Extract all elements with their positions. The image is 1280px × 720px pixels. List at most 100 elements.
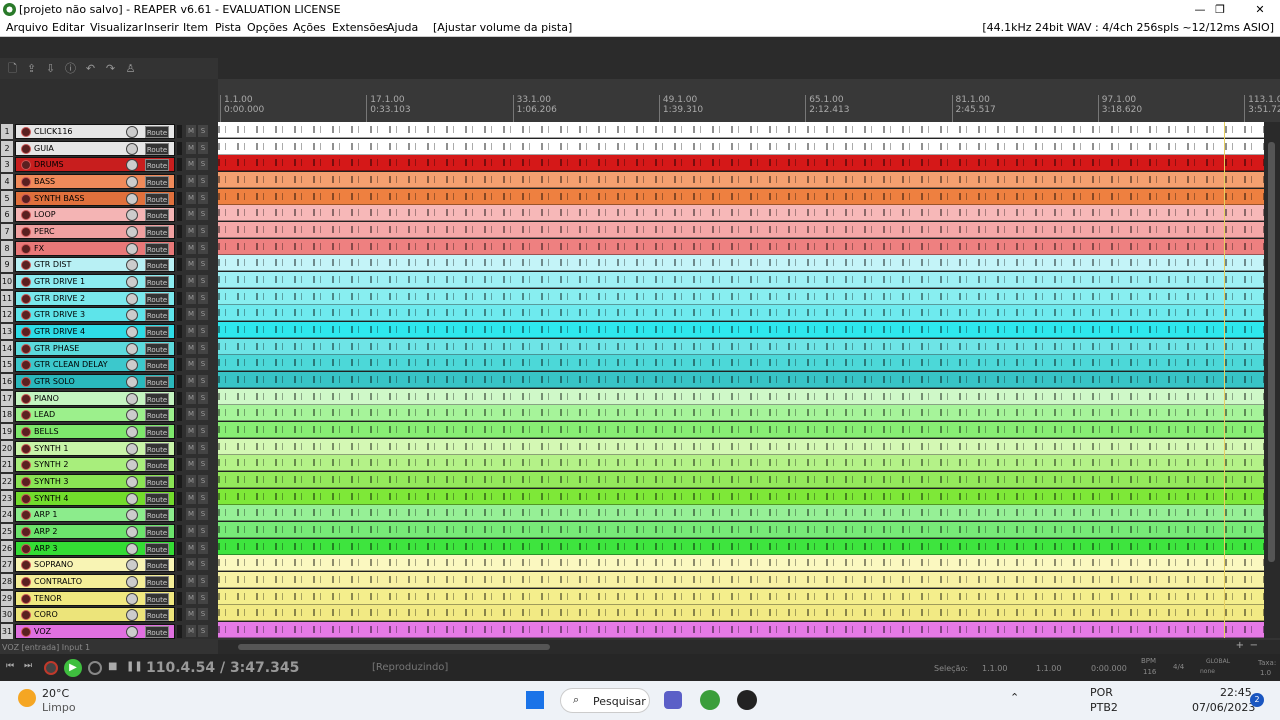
track-lane[interactable] xyxy=(218,388,1264,405)
solo-button[interactable]: S xyxy=(198,541,208,554)
track-number[interactable]: 3 xyxy=(1,157,13,173)
mute-button[interactable]: M xyxy=(186,158,196,171)
record-arm-button[interactable] xyxy=(21,343,31,354)
track-panel[interactable]: GTR DRIVE 3 Route xyxy=(15,307,175,323)
track-number[interactable]: 18 xyxy=(1,407,13,423)
record-arm-button[interactable] xyxy=(21,260,31,271)
media-item-waveform[interactable] xyxy=(218,392,1264,400)
track-lane[interactable] xyxy=(218,322,1264,339)
track-header[interactable]: 10 GTR DRIVE 1 Route M S xyxy=(0,273,218,290)
track-name[interactable]: SOPRANO xyxy=(34,559,73,571)
track-panel[interactable]: FX Route xyxy=(15,240,175,256)
volume-knob[interactable] xyxy=(126,242,138,255)
volume-knob[interactable] xyxy=(126,159,138,172)
solo-button[interactable]: S xyxy=(198,625,208,638)
record-arm-button[interactable] xyxy=(21,527,31,538)
record-arm-button[interactable] xyxy=(21,460,31,471)
metronome-icon[interactable]: ♙ xyxy=(124,62,137,75)
mute-button[interactable]: M xyxy=(186,391,196,404)
route-button[interactable]: Route xyxy=(145,609,169,622)
media-item-waveform[interactable] xyxy=(218,276,1264,284)
track-name[interactable]: PIANO xyxy=(34,393,59,405)
media-item-waveform[interactable] xyxy=(218,526,1264,534)
media-item-waveform[interactable] xyxy=(218,426,1264,434)
track-panel[interactable]: CLICK116 Route xyxy=(15,124,175,139)
solo-button[interactable]: S xyxy=(198,425,208,438)
solo-button[interactable]: S xyxy=(198,575,208,588)
track-panel[interactable]: SYNTH 2 Route xyxy=(15,457,175,473)
track-number[interactable]: 12 xyxy=(1,307,13,323)
track-name[interactable]: SYNTH 2 xyxy=(34,459,68,471)
track-header[interactable]: 9 GTR DIST Route M S xyxy=(0,256,218,273)
track-number[interactable]: 6 xyxy=(1,207,13,223)
track-panel[interactable]: LEAD Route xyxy=(15,407,175,423)
track-name[interactable]: CORO xyxy=(34,609,58,621)
play-button[interactable]: ▶ xyxy=(64,659,82,677)
track-lane[interactable] xyxy=(218,338,1264,355)
track-number[interactable]: 27 xyxy=(1,557,13,573)
volume-knob[interactable] xyxy=(126,542,138,555)
track-header[interactable]: 28 CONTRALTO Route M S xyxy=(0,573,218,590)
track-lane[interactable] xyxy=(218,555,1264,572)
solo-button[interactable]: S xyxy=(198,341,208,354)
volume-knob[interactable] xyxy=(126,609,138,622)
track-number[interactable]: 14 xyxy=(1,340,13,356)
menu-editar[interactable]: Editar xyxy=(52,21,85,34)
solo-button[interactable]: S xyxy=(198,308,208,321)
open-project-icon[interactable]: ⇪ xyxy=(25,62,38,75)
track-name[interactable]: GTR DRIVE 4 xyxy=(34,326,85,338)
route-button[interactable]: Route xyxy=(145,526,169,539)
track-name[interactable]: LEAD xyxy=(34,409,55,421)
track-name[interactable]: CLICK116 xyxy=(34,126,73,138)
zoom-in-icon[interactable]: + xyxy=(1236,640,1244,651)
track-name[interactable]: GUIA xyxy=(34,143,54,155)
route-button[interactable]: Route xyxy=(145,242,169,255)
volume-knob[interactable] xyxy=(126,309,138,322)
volume-knob[interactable] xyxy=(126,626,138,639)
track-name[interactable]: SYNTH 4 xyxy=(34,493,68,505)
volume-knob[interactable] xyxy=(126,209,138,222)
track-lane[interactable] xyxy=(218,488,1264,505)
solo-button[interactable]: S xyxy=(198,491,208,504)
record-button[interactable] xyxy=(44,661,58,675)
mute-button[interactable]: M xyxy=(186,341,196,354)
record-arm-button[interactable] xyxy=(21,443,31,454)
solo-button[interactable]: S xyxy=(198,408,208,421)
solo-button[interactable]: S xyxy=(198,558,208,571)
mute-button[interactable]: M xyxy=(186,425,196,438)
track-lane[interactable] xyxy=(218,538,1264,555)
track-panel[interactable]: GUIA Route xyxy=(15,140,175,156)
media-item-waveform[interactable] xyxy=(218,609,1264,617)
volume-knob[interactable] xyxy=(126,342,138,355)
media-item-waveform[interactable] xyxy=(218,142,1264,150)
route-button[interactable]: Route xyxy=(145,576,169,589)
media-item-waveform[interactable] xyxy=(218,576,1264,584)
track-name[interactable]: SYNTH 3 xyxy=(34,476,68,488)
track-header[interactable]: 16 GTR SOLO Route M S xyxy=(0,373,218,390)
go-start-icon[interactable]: ⏮ xyxy=(6,661,20,675)
record-arm-button[interactable] xyxy=(21,627,31,638)
track-panel[interactable]: GTR DRIVE 4 Route xyxy=(15,324,175,340)
save-project-icon[interactable]: ⇩ xyxy=(44,62,57,75)
mute-button[interactable]: M xyxy=(186,241,196,254)
route-button[interactable]: Route xyxy=(145,509,169,522)
solo-button[interactable]: S xyxy=(198,441,208,454)
track-number[interactable]: 1 xyxy=(1,124,13,139)
track-panel[interactable]: SYNTH BASS Route xyxy=(15,190,175,206)
media-item-waveform[interactable] xyxy=(218,376,1264,384)
volume-knob[interactable] xyxy=(126,259,138,272)
track-name[interactable]: GTR CLEAN DELAY xyxy=(34,359,108,371)
route-button[interactable]: Route xyxy=(145,176,169,188)
reaper-taskbar-icon[interactable] xyxy=(700,690,720,710)
track-panel[interactable]: ARP 2 Route xyxy=(15,524,175,540)
track-header[interactable]: 12 GTR DRIVE 3 Route M S xyxy=(0,306,218,323)
track-panel[interactable]: CONTRALTO Route xyxy=(15,574,175,590)
search-box[interactable]: ⌕ Pesquisar xyxy=(560,688,650,713)
track-number[interactable]: 2 xyxy=(1,140,13,156)
track-panel[interactable]: LOOP Route xyxy=(15,207,175,223)
track-lane[interactable] xyxy=(218,405,1264,422)
mute-button[interactable]: M xyxy=(186,575,196,588)
mute-button[interactable]: M xyxy=(186,175,196,187)
track-name[interactable]: FX xyxy=(34,243,44,255)
notification-badge[interactable]: 2 xyxy=(1250,693,1264,707)
